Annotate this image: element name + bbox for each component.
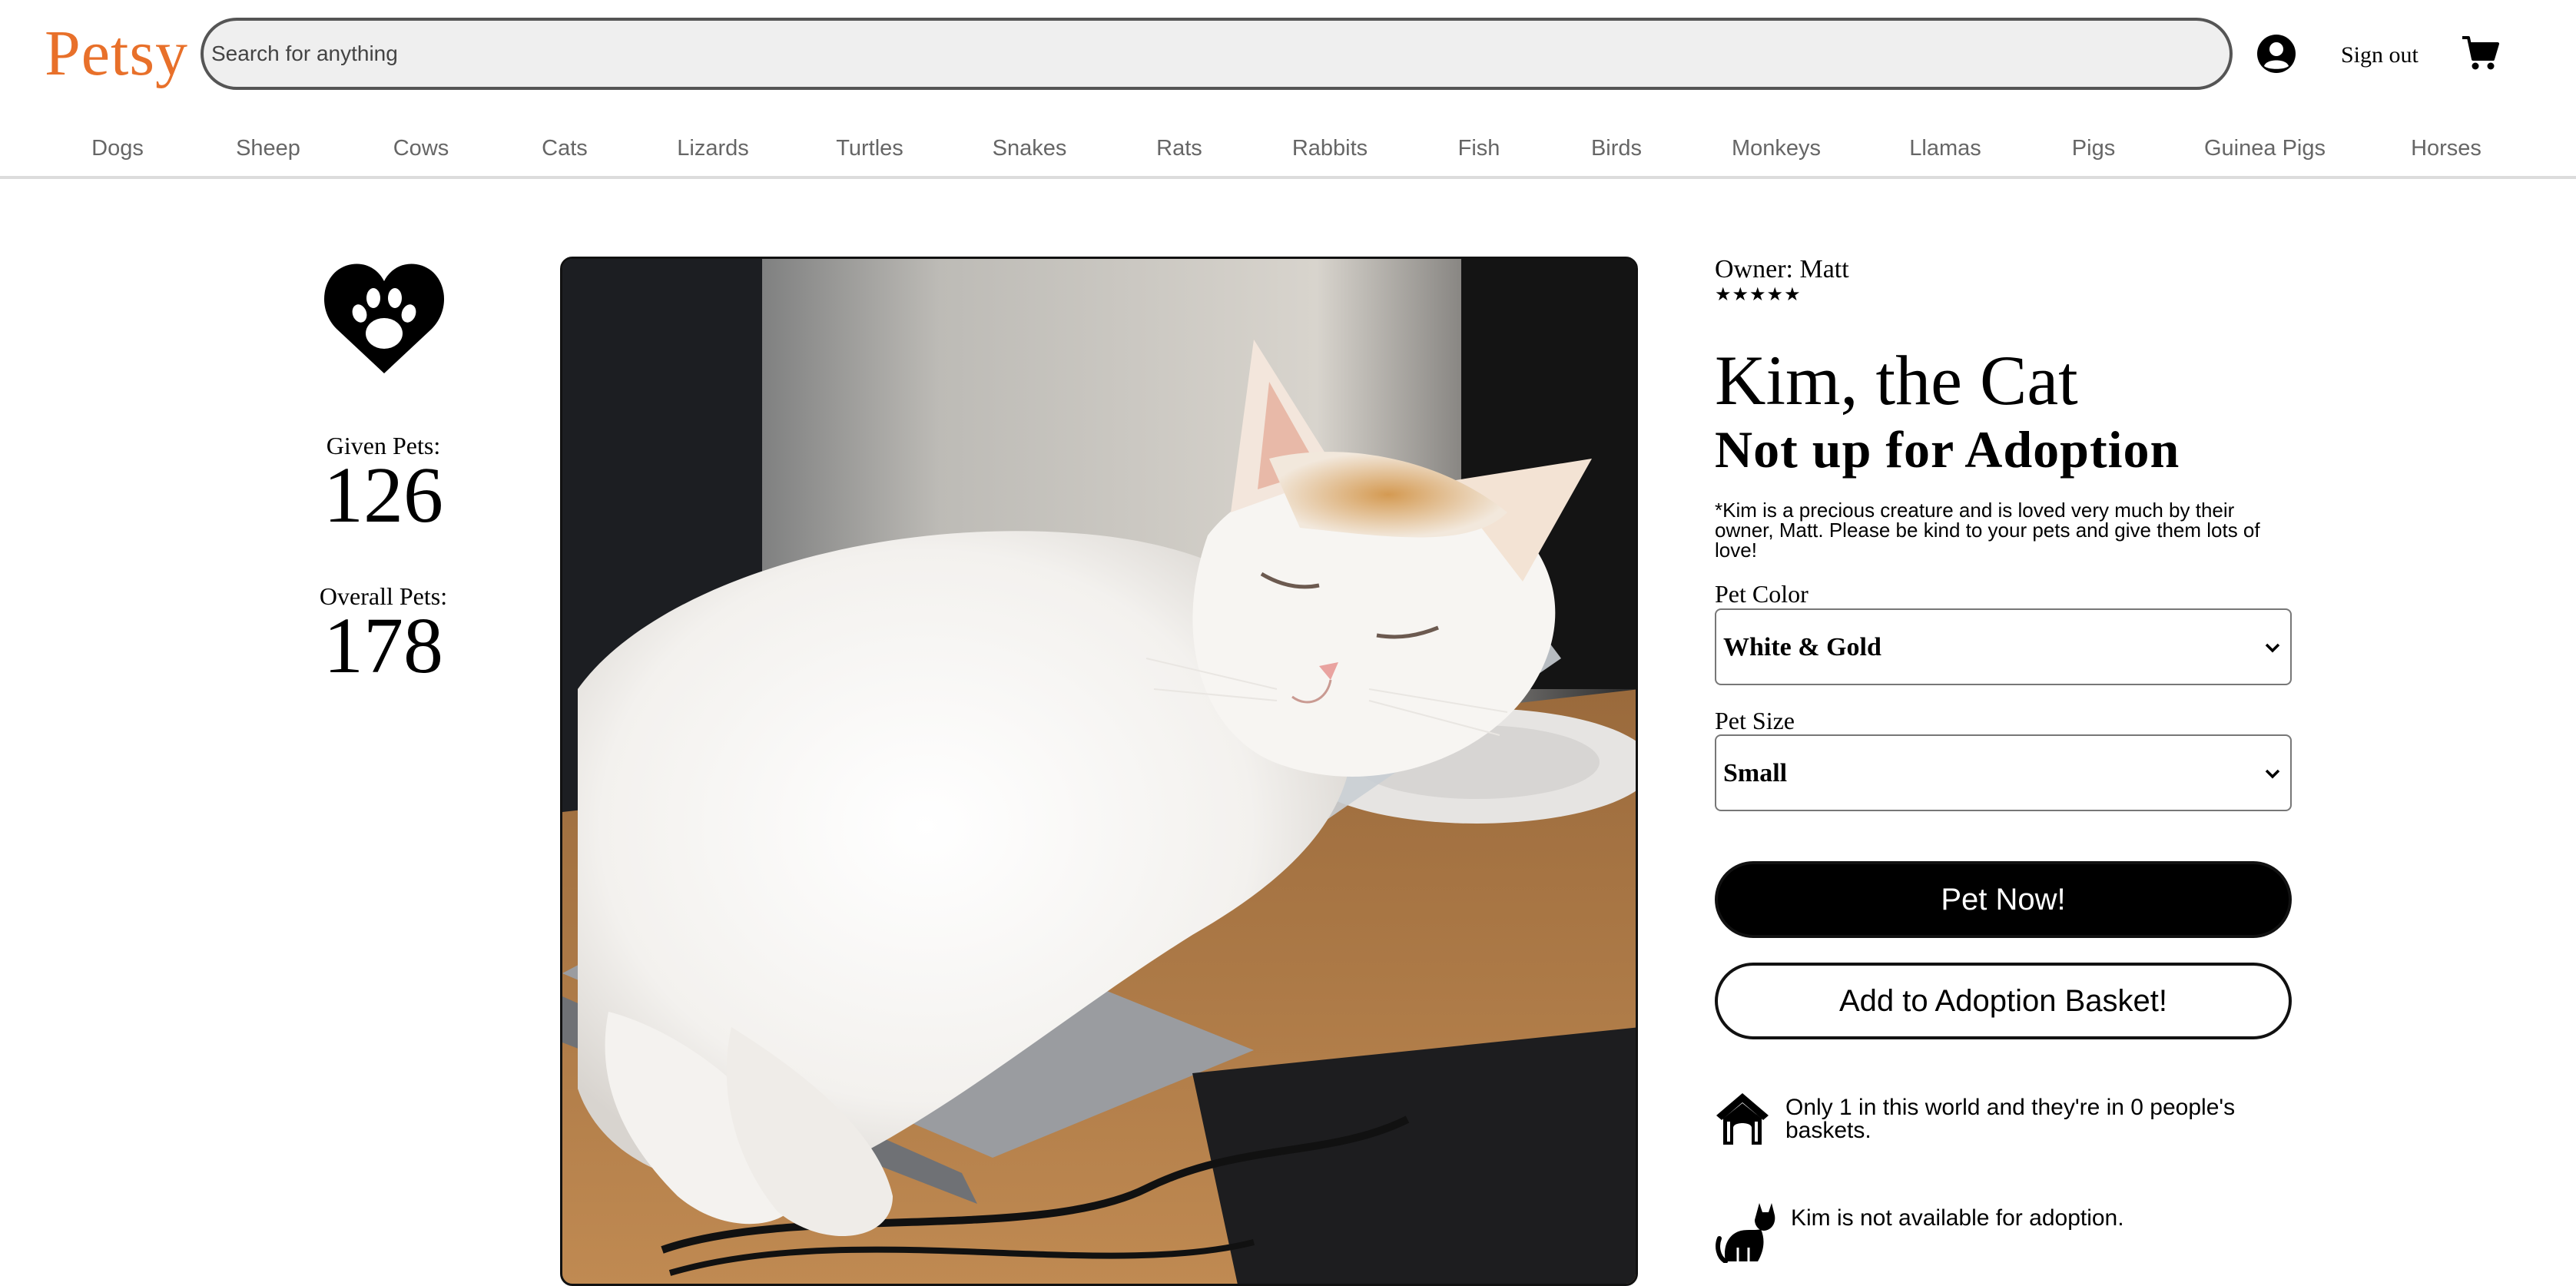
pet-color-select[interactable]: White & Gold <box>1715 608 2292 685</box>
availability-text: Only 1 in this world and they're in 0 pe… <box>1785 1095 2236 1143</box>
category-link[interactable]: Cows <box>393 136 449 161</box>
adoption-note-text: Kim is not available for adoption. <box>1791 1205 2124 1231</box>
sign-out-link[interactable]: Sign out <box>2341 40 2419 71</box>
category-link[interactable]: Snakes <box>993 136 1067 161</box>
sleeping-white-cat-photo <box>560 257 1638 1286</box>
category-link[interactable]: Cats <box>542 136 588 161</box>
pet-color-value: White & Gold <box>1723 633 1881 661</box>
search-input[interactable] <box>210 21 2223 87</box>
rating-stars: ★★★★★ <box>1715 285 1802 305</box>
logo[interactable]: Petsy <box>45 17 188 91</box>
user-circle-icon[interactable] <box>2256 34 2296 74</box>
chevron-down-icon <box>2265 643 2280 653</box>
adoption-status: Not up for Adoption <box>1715 420 2180 479</box>
category-nav: Dogs Sheep Cows Cats Lizards Turtles Sna… <box>0 127 2576 179</box>
heart-paw-icon <box>323 263 445 373</box>
category-link[interactable]: Rats <box>1156 136 1202 161</box>
cat-photo-illustration <box>562 259 1636 1284</box>
given-pets-value: 126 <box>323 451 443 539</box>
overall-pets-value: 178 <box>323 602 443 690</box>
category-link[interactable]: Llamas <box>1909 136 1981 161</box>
header: Petsy Sign out <box>0 0 2576 108</box>
chevron-down-icon <box>2265 769 2280 779</box>
category-link[interactable]: Guinea Pigs <box>2204 136 2326 161</box>
category-link[interactable]: Monkeys <box>1732 136 1821 161</box>
pet-size-value: Small <box>1723 759 1788 787</box>
cat-icon <box>1716 1203 1775 1263</box>
owner-label[interactable]: Owner: Matt <box>1715 254 1849 286</box>
category-link[interactable]: Birds <box>1591 136 1642 161</box>
pet-description: *Kim is a precious creature and is loved… <box>1715 499 2260 562</box>
pet-size-select[interactable]: Small <box>1715 734 2292 811</box>
category-link[interactable]: Turtles <box>836 136 903 161</box>
pet-size-label: Pet Size <box>1715 707 1795 734</box>
pet-title: Kim, the Cat <box>1715 341 2078 419</box>
dog-house-icon <box>1716 1093 1769 1145</box>
add-to-basket-button[interactable]: Add to Adoption Basket! <box>1715 963 2292 1039</box>
pet-color-label: Pet Color <box>1715 580 1809 608</box>
category-link[interactable]: Pigs <box>2072 136 2115 161</box>
category-link[interactable]: Fish <box>1458 136 1500 161</box>
pet-now-button[interactable]: Pet Now! <box>1715 861 2292 938</box>
search-bar[interactable] <box>201 18 2233 90</box>
category-link[interactable]: Dogs <box>91 136 144 161</box>
category-link[interactable]: Rabbits <box>1292 136 1368 161</box>
category-link[interactable]: Lizards <box>677 136 749 161</box>
shopping-cart-icon[interactable] <box>2462 34 2500 72</box>
category-link[interactable]: Sheep <box>236 136 300 161</box>
category-link[interactable]: Horses <box>2411 136 2482 161</box>
